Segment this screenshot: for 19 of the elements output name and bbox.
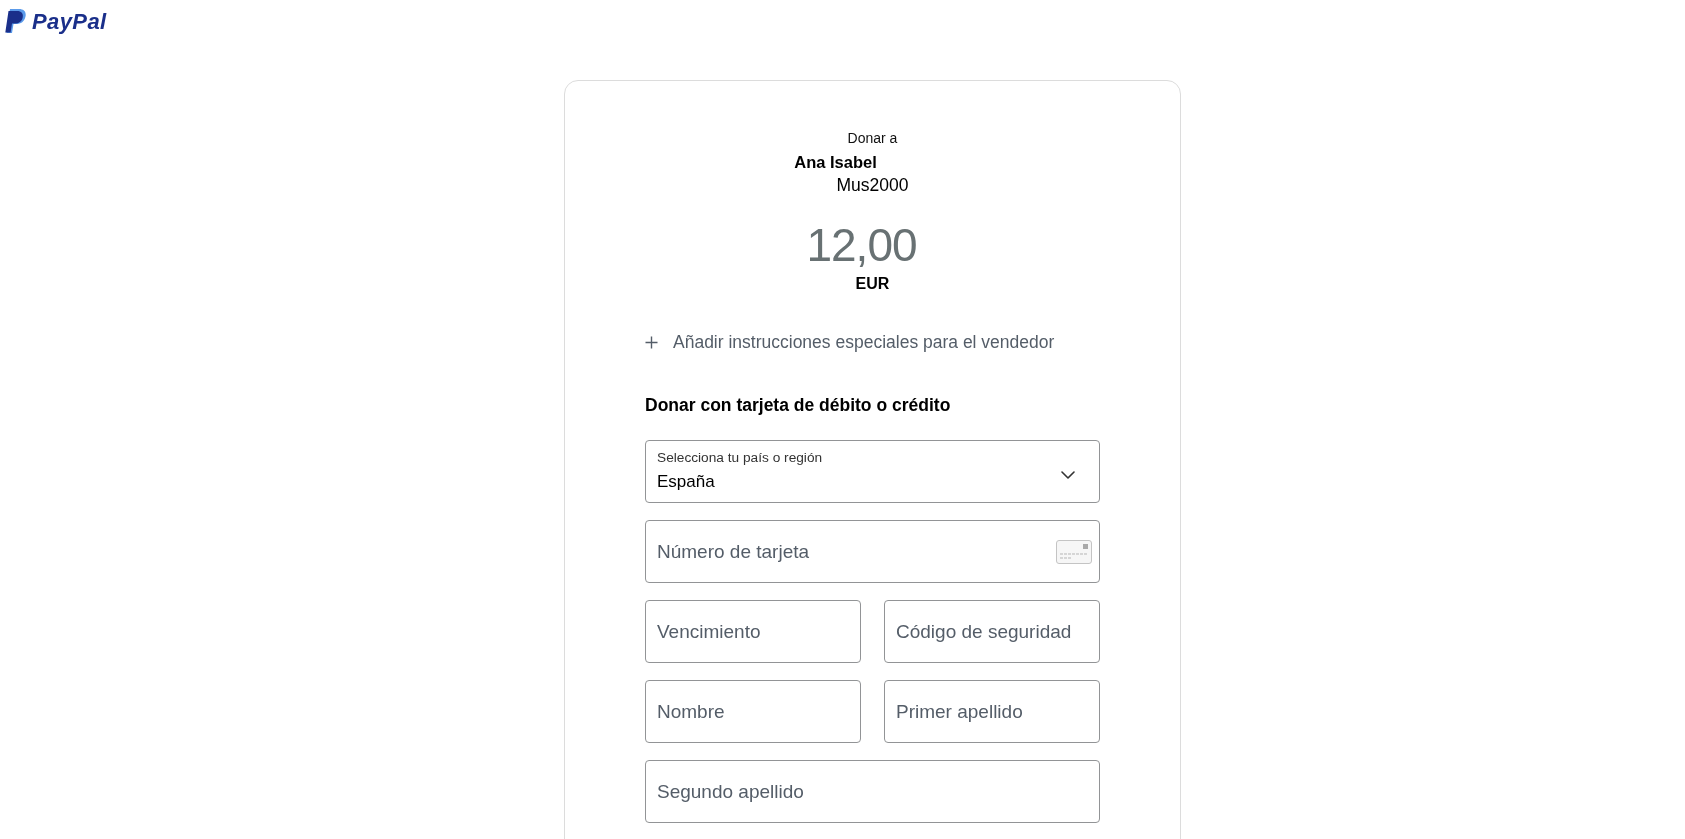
card-number-field[interactable]: Número de tarjeta [645,520,1100,583]
input-field[interactable]: Primer apellido [884,680,1100,743]
input-field[interactable]: Código de seguridad [884,600,1100,663]
amount-value: 12,00 [806,218,917,273]
add-instructions-link[interactable]: Añadir instrucciones especiales para el vendedor [645,330,1055,354]
plus-icon [645,335,658,349]
recipient-username: Mus2000 [836,174,909,196]
input-field[interactable]: Segundo apellido [645,760,1100,823]
recipient-name: Ana Isabel [794,152,877,173]
currency-code: EUR [855,274,890,294]
logo-text: PayPal [32,9,107,35]
donate-to-label: Donar a [847,129,898,147]
credit-card-icon [1056,539,1092,564]
input-field[interactable]: Vencimiento [645,600,861,663]
logo-icon [5,9,26,35]
input-field[interactable]: Nombre [645,680,861,743]
form-title: Donar con tarjeta de débito o crédito [645,394,952,417]
chevron-down-icon [1061,471,1075,479]
country-select[interactable]: Selecciona tu país o región España [645,440,1100,503]
